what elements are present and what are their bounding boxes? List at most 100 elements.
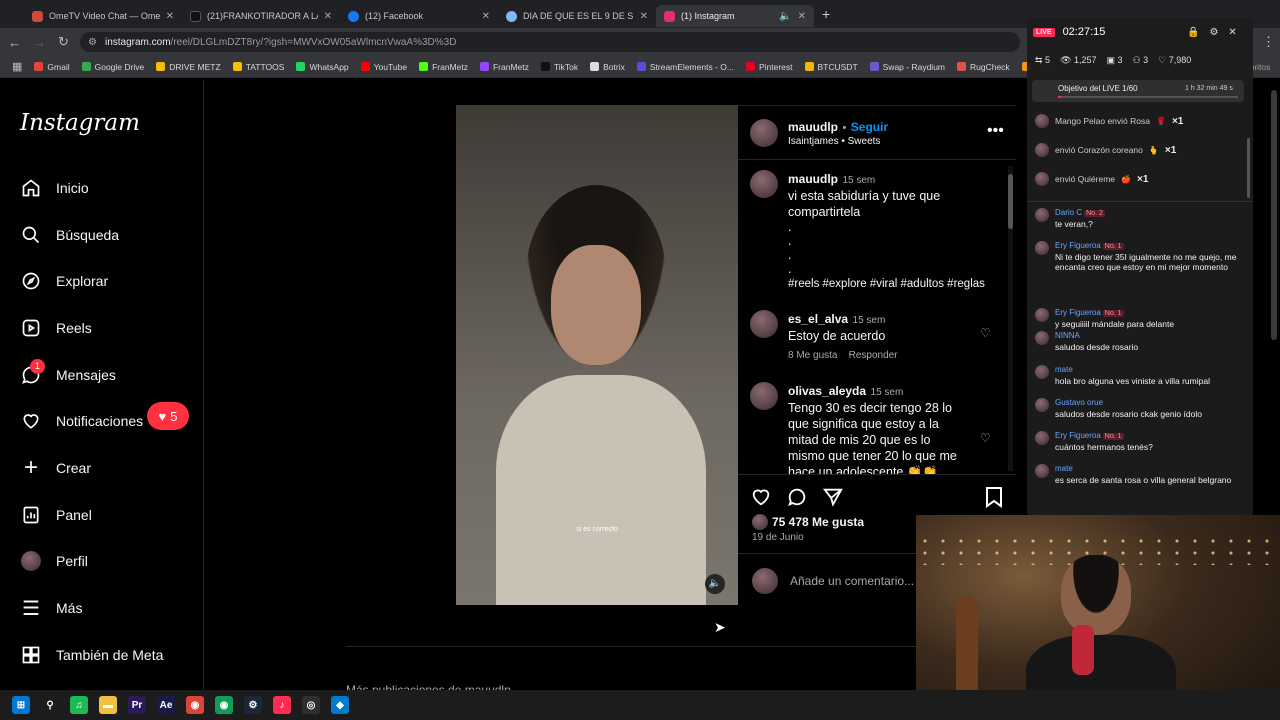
save-icon[interactable] [984,486,1004,513]
chat-scrollbar[interactable] [1247,138,1250,198]
chat-text: y seguiiiil mándale para delante [1055,319,1175,329]
browser-tab[interactable]: (12) Facebook ✕ [340,5,498,27]
avatar[interactable] [750,118,778,147]
bookmark-item[interactable]: TikTok [540,62,578,72]
chrome-icon[interactable]: ◉ [186,696,204,714]
url-input[interactable]: ⚙ instagram.com/reel/DLGLmDZT8ry/?igsh=M… [80,32,1020,52]
bookmark-item[interactable]: Swap - Raydium [869,62,945,72]
spotify-icon[interactable]: ♫ [70,696,88,714]
nav-perfil[interactable]: Perfil [20,550,88,572]
caption-author[interactable]: mauudlp [788,172,838,186]
nav-crear[interactable]: + Crear [20,454,91,481]
site-info-icon[interactable]: ⚙ [88,37,97,48]
comment-input[interactable]: Añade un comentario... [790,574,914,588]
comment-user[interactable]: es_el_alva [788,312,848,326]
nav-reels[interactable]: Reels [20,317,92,339]
audio-title[interactable]: Sweets [848,136,881,147]
vscode-icon[interactable]: ◆ [331,696,349,714]
audio-artist[interactable]: Isaintjames [788,136,839,147]
comment-likes[interactable]: 8 Me gusta [788,350,837,361]
bookmark-item[interactable]: Botrix [590,62,625,72]
back-icon[interactable]: ← [8,35,21,50]
share-icon[interactable] [822,486,844,513]
nav-busqueda[interactable]: Búsqueda [20,224,119,246]
close-icon[interactable]: ✕ [324,11,332,22]
kebab-menu-icon[interactable]: ⋮ [1262,34,1275,50]
instagram-logo[interactable]: Instagram [20,110,140,136]
like-comment-icon[interactable]: ♡ [980,431,991,445]
close-icon[interactable]: ✕ [482,11,490,22]
nav-notificaciones[interactable]: Notificaciones [20,410,143,432]
apps-icon[interactable]: ▦ [12,60,22,73]
bookmark-item[interactable]: YouTube [360,62,407,72]
comment-icon[interactable] [786,486,808,513]
steam-icon[interactable]: ⚙ [244,696,262,714]
bookmark-item[interactable]: RugCheck [957,62,1010,72]
like-icon[interactable] [750,486,772,513]
search-icon[interactable]: ⚲ [41,696,59,714]
bookmark-item[interactable]: Pinterest [745,62,793,72]
chat-username[interactable]: Ery Figueroa [1055,431,1101,440]
reload-icon[interactable]: ↻ [58,34,69,50]
folder-icon[interactable]: ▬ [99,696,117,714]
likes-count[interactable]: 75 478 Me gusta [772,515,864,529]
forward-icon[interactable]: → [33,35,46,50]
browser-tab-active[interactable]: (1) Instagram 🔈 ✕ [656,5,814,27]
bookmark-item[interactable]: StreamElements - O... [636,62,734,72]
caption-hashtags[interactable]: #reels #explore #viral #adultos #reglas [788,276,985,292]
reply-button[interactable]: Responder [849,350,898,361]
chat-username[interactable]: Ery Figueroa [1055,308,1101,317]
bookmark-item[interactable]: BTCUSDT [804,61,858,72]
avatar[interactable] [750,310,778,338]
browser-tab[interactable]: (21)FRANKOTIRADOR A LA CO ✕ [182,5,340,27]
nav-mas[interactable]: ☰ Más [20,597,82,620]
page-scrollbar[interactable] [1271,80,1279,340]
chat-username[interactable]: mate [1055,464,1073,473]
chat-username[interactable]: Dario C [1055,208,1082,217]
post-author[interactable]: mauudlp [788,120,838,134]
speaker-icon[interactable]: 🔈 [705,574,725,594]
bookmark-item[interactable]: WhatsApp [296,62,349,72]
nav-inicio[interactable]: Inicio [20,177,89,199]
chat-username[interactable]: mate [1055,365,1073,374]
bookmark-item[interactable]: TATTOOS [232,62,284,72]
chat-username[interactable]: Gustavo orue [1055,398,1103,407]
chrome-alt-icon[interactable]: ◉ [215,696,233,714]
speaker-icon[interactable]: 🔈 [779,11,791,22]
bookmark-item[interactable]: Gmail [34,62,70,72]
windows-icon[interactable]: ⊞ [12,696,30,714]
avatar[interactable] [750,170,778,198]
close-icon[interactable]: ✕ [798,11,806,22]
nav-panel[interactable]: Panel [20,504,92,526]
nav-label: Perfil [56,553,88,569]
aftereffects-icon[interactable]: Ae [157,696,175,714]
close-icon[interactable]: ✕ [640,11,648,22]
more-options-icon[interactable]: ••• [987,122,1004,140]
tiktok-icon[interactable]: ♪ [273,696,291,714]
nav-meta[interactable]: También de Meta [20,644,163,666]
browser-tab[interactable]: OmeTV Video Chat — Omegle ✕ [24,5,182,27]
comments-scrollbar[interactable] [1008,166,1013,471]
bookmark-item[interactable]: DRIVE METZ [156,62,221,72]
reel-video[interactable]: si es correcto 🔈 [456,105,738,605]
bookmark-label: BTCUSDT [817,61,858,72]
premiere-icon[interactable]: Pr [128,696,146,714]
chat-username[interactable]: NINNA [1055,331,1080,340]
close-icon[interactable]: ✕ [166,11,174,22]
close-icon[interactable]: ✕ [1228,27,1236,38]
browser-tab[interactable]: DIA DE QUE ES EL 9 DE SEPTIE ✕ [498,5,656,27]
notifications-popup-badge[interactable]: ♥ 5 [147,402,189,430]
bookmark-item[interactable]: Google Drive [81,62,144,72]
settings-icon[interactable]: ⚙ [1209,27,1218,38]
obs-icon[interactable]: ◎ [302,696,320,714]
like-comment-icon[interactable]: ♡ [980,326,991,340]
bookmark-item[interactable]: FranMetz [479,62,529,72]
avatar[interactable] [750,382,778,410]
lock-icon[interactable]: 🔒 [1187,27,1199,38]
follow-button[interactable]: Seguir [851,120,888,134]
nav-explorar[interactable]: Explorar [20,270,108,292]
bookmark-item[interactable]: FranMetz [419,62,468,72]
new-tab-button[interactable]: + [822,6,830,22]
chat-username[interactable]: Ery Figueroa [1055,241,1101,250]
comment-user[interactable]: olivas_aleyda [788,384,866,398]
